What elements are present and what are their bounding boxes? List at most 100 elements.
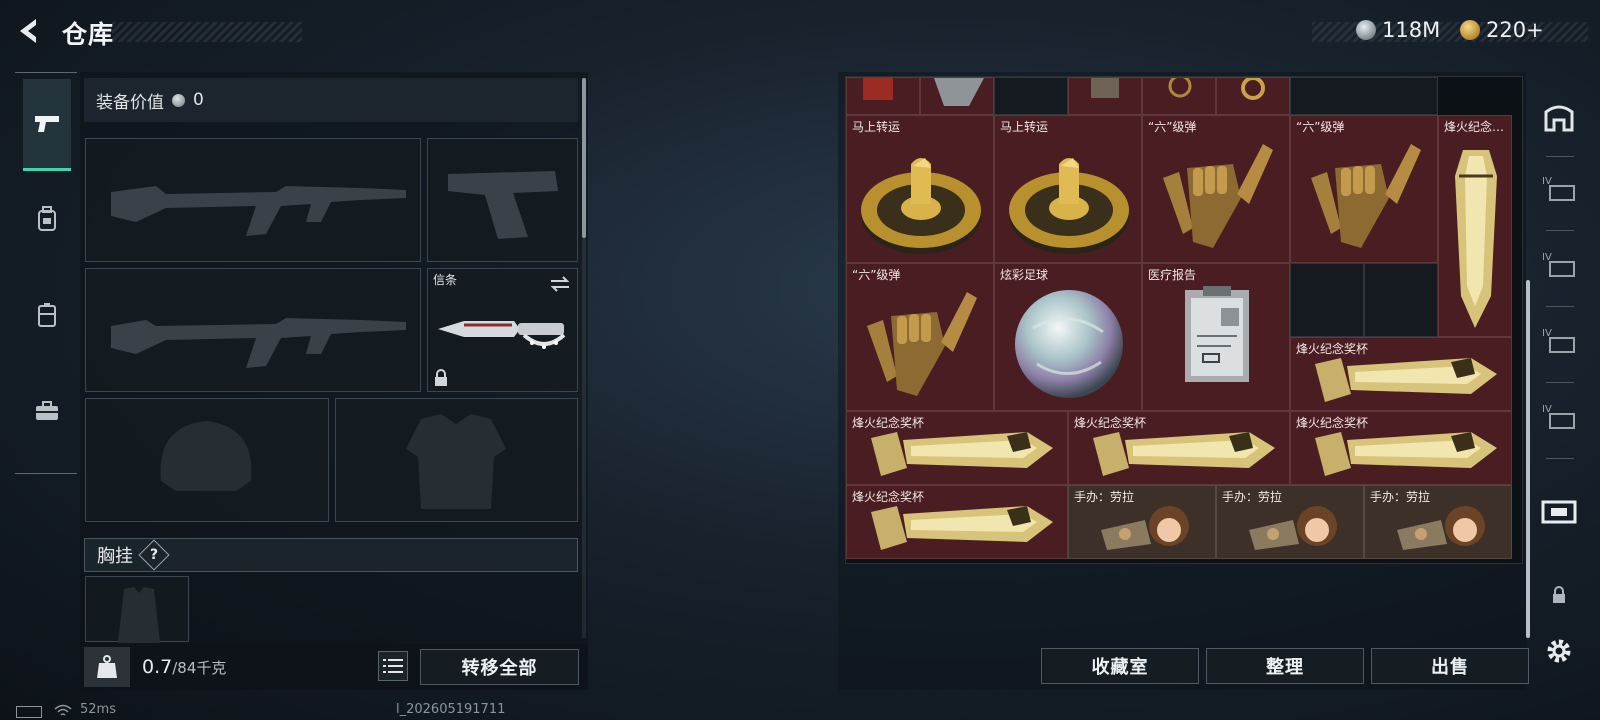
- item-name: 手办：劳拉: [1370, 490, 1431, 504]
- stash-item[interactable]: “六”级弹: [1142, 115, 1290, 263]
- melee-item-name: 信条: [433, 273, 458, 287]
- chest-rig-slot[interactable]: [85, 576, 189, 643]
- build-version: l_202605191711: [396, 702, 506, 717]
- stash-item[interactable]: “六”级弹: [1290, 115, 1438, 263]
- transfer-all-button[interactable]: 转移全部: [420, 649, 579, 685]
- helmet-slot[interactable]: [85, 398, 329, 522]
- case-iv-icon: IV: [1542, 328, 1575, 353]
- equipment-value-header: 装备价值 0: [84, 78, 578, 122]
- melee-slot[interactable]: 信条: [427, 268, 578, 392]
- stash-cell-partial[interactable]: [1142, 77, 1216, 115]
- tab-backpack[interactable]: [23, 173, 71, 265]
- stash-item[interactable]: 炫彩足球: [994, 263, 1142, 411]
- item-name: 马上转运: [1000, 120, 1049, 134]
- stash-item[interactable]: 烽火纪念奖杯: [1068, 411, 1290, 485]
- rail-case-1[interactable]: IV: [1538, 168, 1580, 210]
- rail-lock[interactable]: [1538, 574, 1580, 616]
- secondary-weapon-slot[interactable]: [85, 268, 421, 392]
- collection-room-button[interactable]: 收藏室: [1041, 648, 1199, 684]
- wifi-icon: [54, 703, 72, 720]
- stash-item[interactable]: 手办：劳拉: [1068, 485, 1216, 559]
- primary-weapon-slot[interactable]: [85, 138, 421, 262]
- loadout-scrollbar[interactable]: [582, 78, 586, 238]
- stash-grid: 马上转运 马上转运 “六”级弹 “六”级弹 烽火纪念… “六”级弹 炫彩足球 医…: [845, 76, 1523, 564]
- stash-item[interactable]: 马上转运: [846, 115, 994, 263]
- chest-rig-label: 胸挂: [97, 546, 133, 567]
- stash-cell-partial[interactable]: [1216, 77, 1290, 115]
- medical-report-icon: [1185, 286, 1249, 382]
- settings-button[interactable]: [1538, 630, 1580, 672]
- silver-coin-icon: [1356, 20, 1376, 40]
- tab-toolbox[interactable]: [23, 365, 71, 457]
- figure-icon: [1397, 506, 1485, 550]
- stash-item[interactable]: 烽火纪念…: [1438, 115, 1512, 337]
- toolbox-icon: [36, 401, 58, 420]
- rail-storage[interactable]: [1538, 96, 1580, 138]
- stash-cell-partial[interactable]: [920, 77, 994, 115]
- stash-item[interactable]: 马上转运: [994, 115, 1142, 263]
- stash-cell-empty[interactable]: [1290, 77, 1438, 115]
- stash-cell-partial[interactable]: [1068, 77, 1142, 115]
- iridescent-ball-icon: [1015, 290, 1123, 398]
- weight-icon: [84, 647, 130, 687]
- pistol-silhouette-icon: [448, 171, 558, 239]
- pistol-icon: [35, 115, 59, 132]
- item-name: 医疗报告: [1148, 268, 1197, 282]
- backpack-icon: [38, 206, 56, 231]
- stash-cell-partial[interactable]: [846, 77, 920, 115]
- ping-text: 52ms: [80, 702, 116, 717]
- item-name: 马上转运: [852, 120, 901, 134]
- stash-item[interactable]: 烽火纪念奖杯: [846, 411, 1068, 485]
- stash-item[interactable]: 烽火纪念奖杯: [846, 485, 1068, 559]
- list-view-button[interactable]: [378, 651, 408, 681]
- stash-item[interactable]: 烽火纪念奖杯: [1290, 411, 1512, 485]
- body-armor-slot[interactable]: [335, 398, 578, 522]
- item-partial-icon: [1091, 78, 1119, 98]
- sort-button[interactable]: 整理: [1206, 648, 1364, 684]
- horse-disc-icon: [861, 158, 981, 254]
- stash-item[interactable]: 医疗报告: [1142, 263, 1290, 411]
- stash-item[interactable]: 手办：劳拉: [1364, 485, 1512, 559]
- figure-icon: [1249, 506, 1337, 550]
- rail-case-3[interactable]: IV: [1538, 320, 1580, 362]
- case-iv-icon: IV: [1542, 252, 1575, 277]
- swap-icon[interactable]: [549, 275, 571, 293]
- settings-gear-icon: [1547, 639, 1571, 663]
- stash-cell-empty[interactable]: [1290, 263, 1364, 337]
- item-name: 烽火纪念奖杯: [1296, 416, 1369, 430]
- silver-currency[interactable]: 118M: [1356, 18, 1440, 42]
- stash-item[interactable]: “六”级弹: [846, 263, 994, 411]
- gold-hand-icon: [867, 292, 977, 396]
- lock-icon: [435, 369, 447, 386]
- gold-coin-icon: [1460, 20, 1480, 40]
- stash-scrollbar[interactable]: [1526, 280, 1530, 638]
- item-name: 烽火纪念奖杯: [852, 416, 925, 430]
- case-icon: [38, 303, 56, 327]
- item-partial-icon: [863, 78, 893, 100]
- stash-cell-empty[interactable]: [1364, 263, 1438, 337]
- gold-hand-icon: [1163, 144, 1273, 248]
- stash-cell-empty[interactable]: [994, 77, 1068, 115]
- item-name: “六”级弹: [1148, 120, 1197, 134]
- rail-case-2[interactable]: IV: [1538, 244, 1580, 286]
- item-name: 烽火纪念奖杯: [1296, 342, 1369, 356]
- rail-case-4[interactable]: IV: [1538, 396, 1580, 438]
- silver-amount: 118M: [1382, 18, 1441, 42]
- sell-button[interactable]: 出售: [1371, 648, 1529, 684]
- storage-icon: [1544, 105, 1574, 132]
- pistol-slot[interactable]: [427, 138, 578, 262]
- chest-rig-header: 胸挂 ?: [84, 538, 578, 572]
- back-arrow-icon[interactable]: [14, 16, 44, 46]
- gold-currency[interactable]: 220+: [1460, 18, 1544, 42]
- case-iv-icon: IV: [1542, 404, 1575, 429]
- trophy-vertical-icon: [1455, 150, 1497, 328]
- stash-item[interactable]: 烽火纪念奖杯: [1290, 337, 1512, 411]
- tab-weapons[interactable]: [23, 79, 71, 171]
- carry-weight: 0.7/84千克: [142, 656, 226, 678]
- title-decoration: [112, 22, 302, 42]
- stash-item[interactable]: 手办：劳拉: [1216, 485, 1364, 559]
- help-icon[interactable]: ?: [138, 539, 170, 571]
- tab-case[interactable]: [23, 269, 71, 361]
- rail-collection-case[interactable]: [1538, 490, 1580, 532]
- equipment-value-amount: 0: [193, 90, 204, 110]
